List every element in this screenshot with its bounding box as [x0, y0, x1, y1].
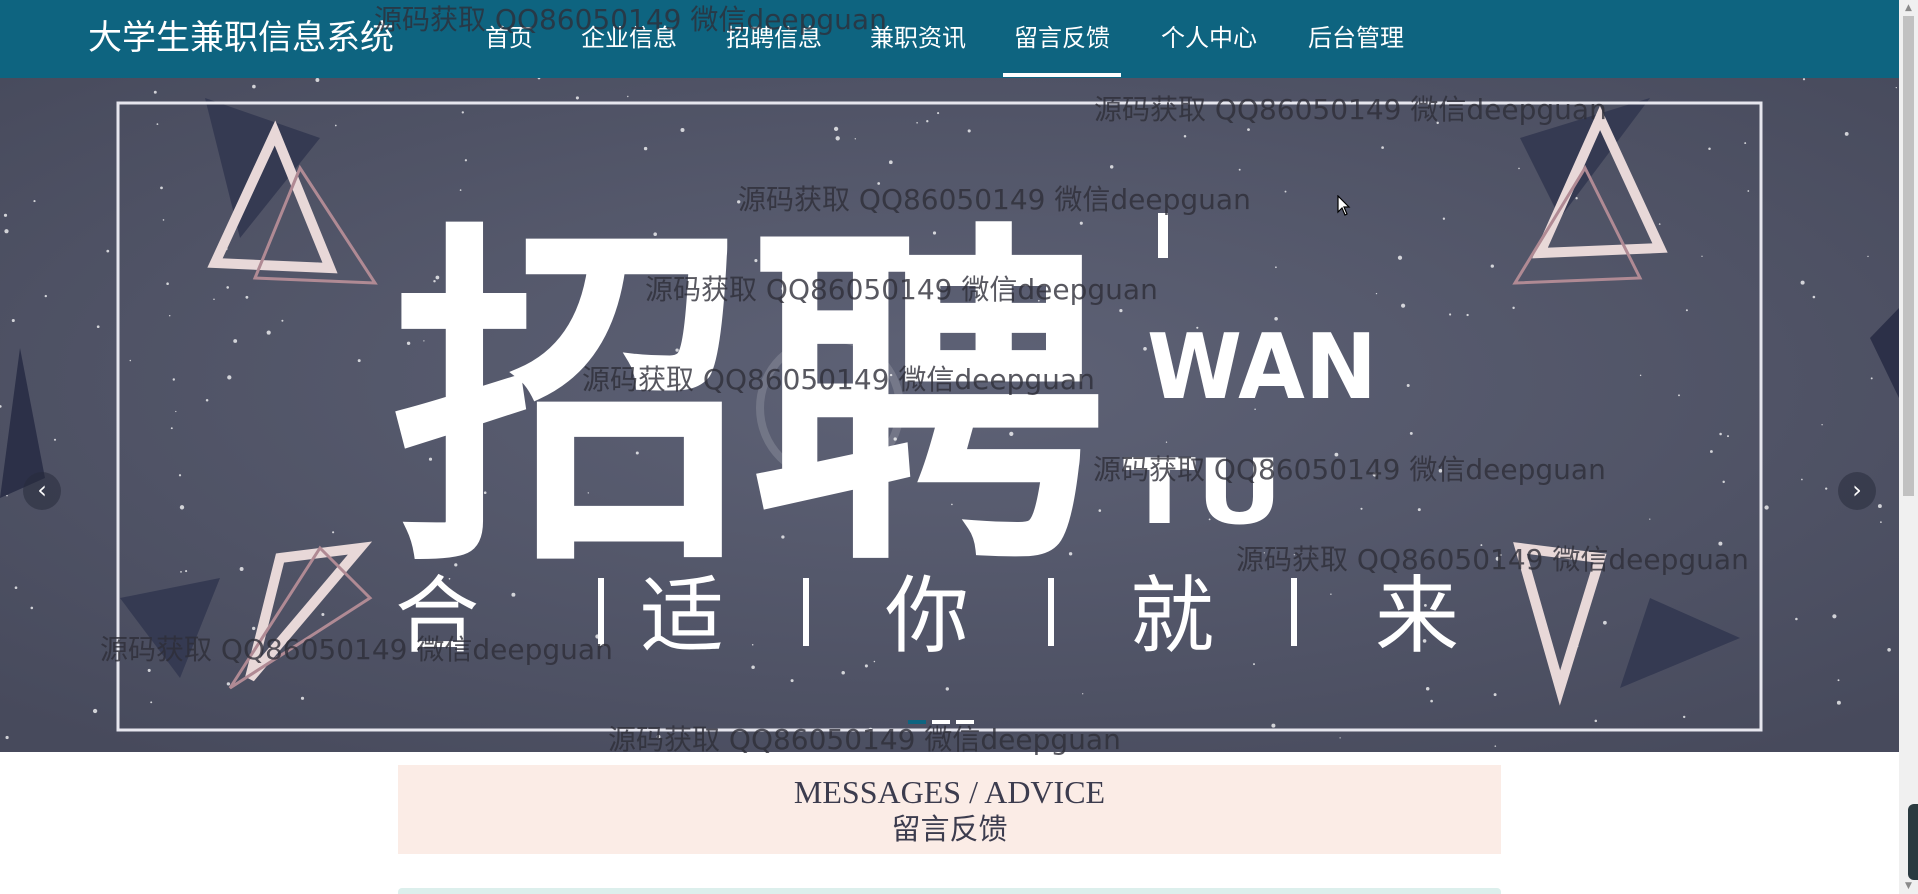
scroll-down-arrow-icon[interactable]: ▼ [1902, 880, 1915, 892]
banner-tagline-1: 合 [395, 567, 479, 665]
side-floating-widget[interactable] [1908, 804, 1918, 880]
nav-item-admin[interactable]: 后台管理 [1308, 20, 1404, 56]
page: { "header": { "brand": "大学生兼职信息系统", "nav… [0, 0, 1918, 894]
carousel-next-button[interactable]: › [1838, 472, 1876, 510]
carousel-indicators [908, 718, 974, 726]
chevron-left-icon: ‹ [37, 476, 47, 504]
banner-tagline-2: 适 [640, 567, 724, 665]
banner-tagline-3: 你 [885, 567, 969, 665]
nav-item-feedback[interactable]: 留言反馈 [1003, 20, 1121, 77]
section-title-box: MESSAGES / ADVICE 留言反馈 [398, 765, 1501, 854]
banner-side-text-1: WAN [1147, 315, 1377, 420]
banner-tagline-5: 来 [1375, 567, 1459, 665]
scrollbar-thumb[interactable] [1903, 16, 1914, 496]
mouse-cursor-icon [1337, 195, 1351, 216]
banner-carousel: 招聘 WAN TU 合 适 你 就 来 ‹ › [0, 78, 1899, 752]
top-navbar: 大学生兼职信息系统 首页 企业信息 招聘信息 兼职资讯 留言反馈 个人中心 后台… [0, 0, 1899, 78]
banner-side-text-2: TU [1123, 440, 1283, 545]
nav-item-home[interactable]: 首页 [485, 20, 533, 56]
content-panel-top [398, 888, 1501, 894]
site-brand[interactable]: 大学生兼职信息系统 [88, 18, 394, 58]
nav-item-profile[interactable]: 个人中心 [1161, 20, 1257, 56]
nav-item-news[interactable]: 兼职资讯 [870, 20, 966, 56]
nav-item-jobs[interactable]: 招聘信息 [726, 20, 822, 56]
section-title-zh: 留言反馈 [891, 812, 1008, 846]
scroll-up-arrow-icon[interactable]: ▲ [1902, 2, 1915, 14]
banner-tagline-4: 就 [1130, 567, 1214, 665]
carousel-indicator-1[interactable] [908, 720, 926, 724]
carousel-prev-button[interactable]: ‹ [23, 472, 61, 510]
chevron-right-icon: › [1852, 476, 1862, 504]
banner-slide-image: 招聘 WAN TU 合 适 你 就 来 [0, 78, 1899, 752]
carousel-indicator-2[interactable] [932, 720, 950, 724]
carousel-indicator-3[interactable] [956, 720, 974, 724]
nav-item-companies[interactable]: 企业信息 [581, 20, 677, 56]
banner-headline: 招聘 [392, 195, 1107, 609]
page-scrollbar[interactable]: ▲ ▼ [1899, 0, 1918, 894]
section-title-en: MESSAGES / ADVICE [793, 774, 1106, 810]
